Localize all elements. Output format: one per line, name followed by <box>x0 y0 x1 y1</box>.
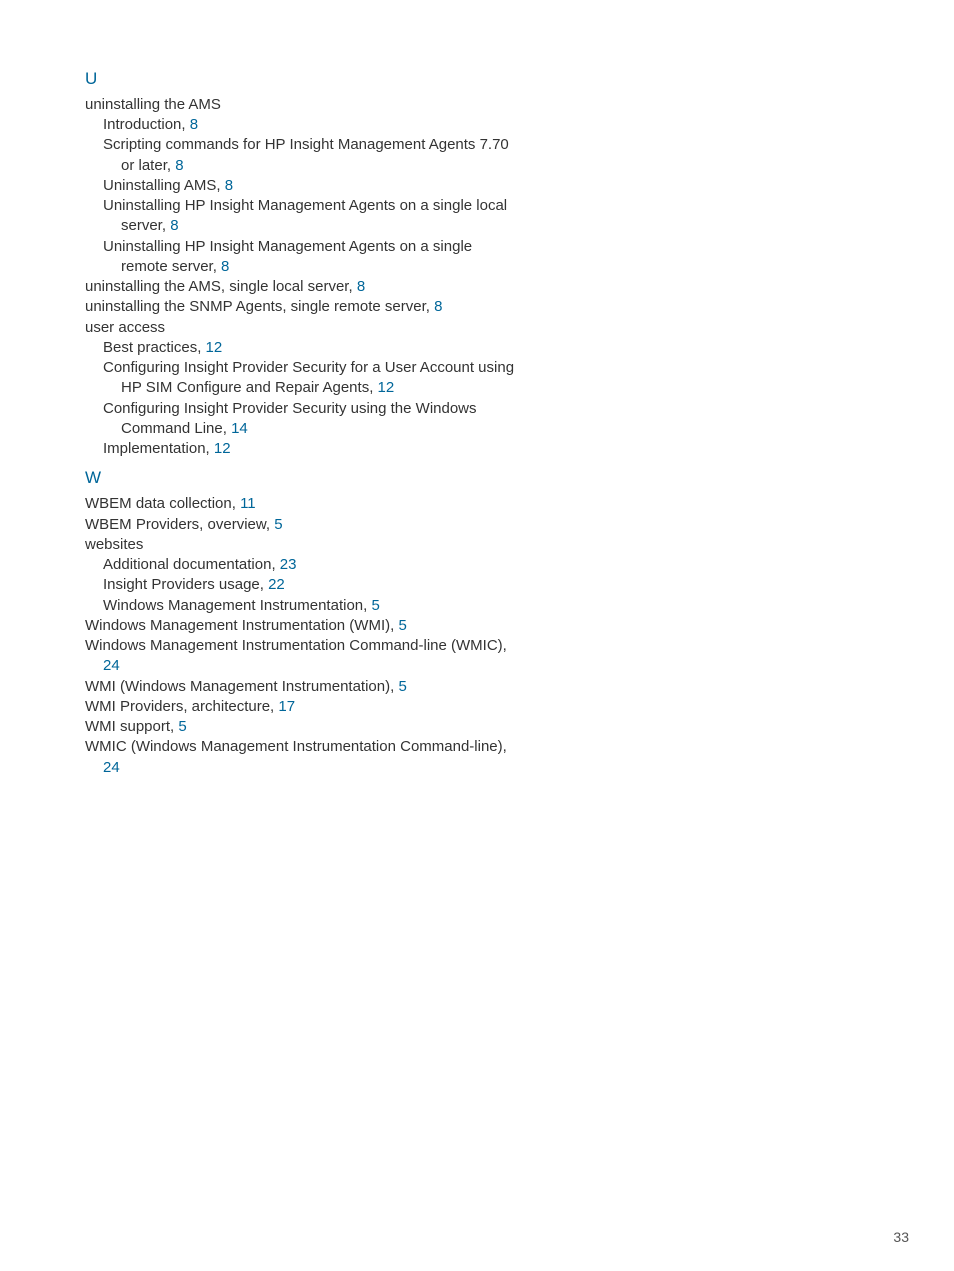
page-link[interactable]: 8 <box>221 258 229 275</box>
page-link[interactable]: 24 <box>103 657 120 674</box>
entry-text: uninstalling the AMS, single local serve… <box>85 278 353 295</box>
page-link[interactable]: 14 <box>231 420 248 437</box>
entry-text: WMI Providers, architecture, <box>85 698 274 715</box>
index-entry: WBEM data collection, 11 <box>85 494 520 514</box>
page-link[interactable]: 12 <box>206 339 223 356</box>
entry-text: user access <box>85 319 165 336</box>
entry-text: WMIC (Windows Management Instrumentation… <box>85 738 507 755</box>
page-link[interactable]: 23 <box>280 556 297 573</box>
entry-text: Introduction, <box>103 116 186 133</box>
page-link[interactable]: 8 <box>357 278 365 295</box>
entry-text: WBEM Providers, overview, <box>85 516 270 533</box>
entry-text: Additional documentation, <box>103 556 276 573</box>
entry-text: Configuring Insight Provider Security us… <box>103 400 477 437</box>
page-link[interactable]: 5 <box>274 516 282 533</box>
index-subentry: Uninstalling HP Insight Management Agent… <box>85 196 520 237</box>
index-entry: websites <box>85 535 520 555</box>
index-entry: Windows Management Instrumentation Comma… <box>85 636 520 677</box>
index-subentry: Configuring Insight Provider Security fo… <box>85 358 520 399</box>
entry-text: Windows Management Instrumentation, <box>103 597 367 614</box>
page-link[interactable]: 12 <box>214 440 231 457</box>
page-link[interactable]: 5 <box>398 678 406 695</box>
page-link[interactable]: 8 <box>170 217 178 234</box>
index-entry: WMIC (Windows Management Instrumentation… <box>85 737 520 778</box>
page-link[interactable]: 12 <box>378 379 395 396</box>
entry-text: WMI (Windows Management Instrumentation)… <box>85 678 394 695</box>
entry-text: uninstalling the AMS <box>85 96 221 113</box>
entry-text: Uninstalling HP Insight Management Agent… <box>103 197 507 234</box>
index-entry: WMI (Windows Management Instrumentation)… <box>85 677 520 697</box>
index-letter-w: W <box>85 467 520 490</box>
entry-text: Best practices, <box>103 339 201 356</box>
entry-text: WMI support, <box>85 718 174 735</box>
page-link[interactable]: 22 <box>268 576 285 593</box>
index-entry: WBEM Providers, overview, 5 <box>85 515 520 535</box>
page-link[interactable]: 24 <box>103 759 120 776</box>
index-subentry: Insight Providers usage, 22 <box>85 575 520 595</box>
index-subentry: Configuring Insight Provider Security us… <box>85 399 520 440</box>
entry-text: WBEM data collection, <box>85 495 236 512</box>
index-subentry: Introduction, 8 <box>85 115 520 135</box>
page-link[interactable]: 8 <box>190 116 198 133</box>
page-link[interactable]: 17 <box>278 698 295 715</box>
entry-text: Windows Management Instrumentation Comma… <box>85 637 507 654</box>
page-link[interactable]: 8 <box>434 298 442 315</box>
page-link[interactable]: 8 <box>175 157 183 174</box>
page-link[interactable]: 5 <box>178 718 186 735</box>
index-letter-u: U <box>85 68 520 91</box>
entry-text: Configuring Insight Provider Security fo… <box>103 359 514 396</box>
index-subentry: Best practices, 12 <box>85 338 520 358</box>
entry-text: Insight Providers usage, <box>103 576 264 593</box>
page-link[interactable]: 11 <box>240 495 256 512</box>
entry-text: Uninstalling AMS, <box>103 177 221 194</box>
index-entry: Windows Management Instrumentation (WMI)… <box>85 616 520 636</box>
index-content: U uninstalling the AMS Introduction, 8 S… <box>0 0 520 778</box>
entry-text: websites <box>85 536 143 553</box>
page-number: 33 <box>893 1228 909 1247</box>
index-subentry: Additional documentation, 23 <box>85 555 520 575</box>
index-entry: uninstalling the SNMP Agents, single rem… <box>85 297 520 317</box>
entry-text: uninstalling the SNMP Agents, single rem… <box>85 298 430 315</box>
entry-text: Uninstalling HP Insight Management Agent… <box>103 238 472 275</box>
index-subentry: Uninstalling HP Insight Management Agent… <box>85 237 520 278</box>
index-entry: WMI Providers, architecture, 17 <box>85 697 520 717</box>
index-subentry: Uninstalling AMS, 8 <box>85 176 520 196</box>
index-entry: WMI support, 5 <box>85 717 520 737</box>
index-subentry: Windows Management Instrumentation, 5 <box>85 596 520 616</box>
entry-text: Scripting commands for HP Insight Manage… <box>103 136 509 173</box>
page-link[interactable]: 5 <box>371 597 379 614</box>
page-link[interactable]: 5 <box>398 617 406 634</box>
page-link[interactable]: 8 <box>225 177 233 194</box>
index-subentry: Implementation, 12 <box>85 439 520 459</box>
entry-text: Windows Management Instrumentation (WMI)… <box>85 617 394 634</box>
entry-text: Implementation, <box>103 440 210 457</box>
index-subentry: Scripting commands for HP Insight Manage… <box>85 135 520 176</box>
index-entry: uninstalling the AMS <box>85 95 520 115</box>
index-entry: uninstalling the AMS, single local serve… <box>85 277 520 297</box>
index-entry: user access <box>85 318 520 338</box>
